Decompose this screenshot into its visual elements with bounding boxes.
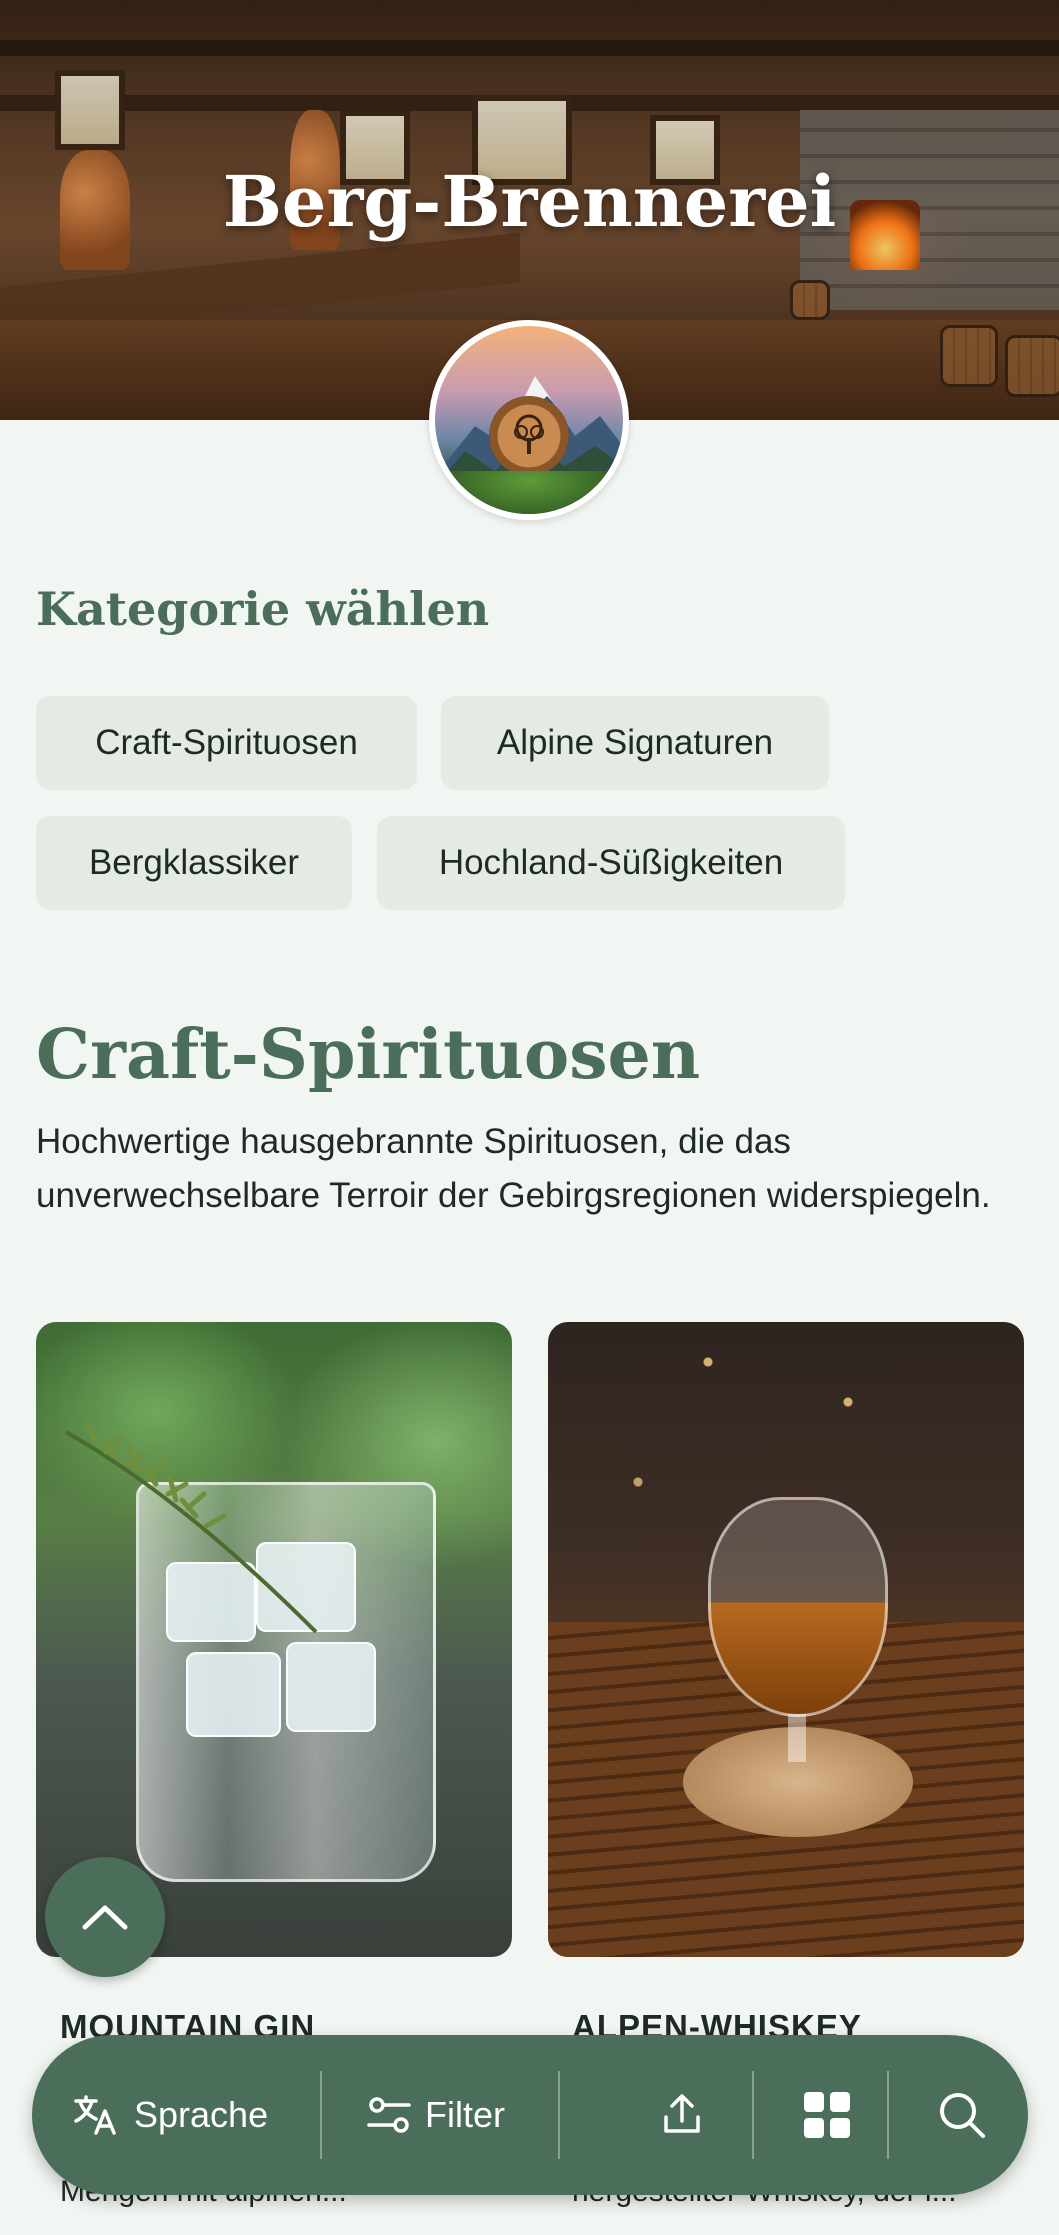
brand-logo <box>429 320 629 520</box>
rosemary-icon <box>65 1421 318 1634</box>
share-icon <box>664 2094 700 2133</box>
category-chip-label: Bergklassiker <box>88 843 300 882</box>
language-label: Sprache <box>134 2094 269 2135</box>
language-button[interactable]: Sprache <box>72 2035 312 2195</box>
category-chip-hochland-suessigkeiten[interactable]: Hochland-Süßigkeiten <box>377 816 845 910</box>
ice-cube <box>186 1652 281 1737</box>
toolbar-divider <box>887 2071 889 2159</box>
whiskey-glass <box>708 1497 888 1717</box>
search-icon <box>940 2093 985 2138</box>
bottom-toolbar: Sprache Filter <box>32 2035 1028 2195</box>
toolbar-divider <box>558 2071 560 2159</box>
category-chip-alpine-signaturen[interactable]: Alpine Signaturen <box>441 696 829 790</box>
filter-icon <box>367 2097 411 2133</box>
ice-cube <box>286 1642 376 1732</box>
logo-moss <box>435 471 623 514</box>
toolbar-divider <box>320 2071 322 2159</box>
category-chip-bergklassiker[interactable]: Bergklassiker <box>36 816 352 910</box>
grid-icon <box>804 2092 850 2138</box>
section-description: Hochwertige hausgebrannte Spirituosen, d… <box>36 1122 991 1215</box>
toolbar-divider <box>752 2071 754 2159</box>
filter-button[interactable]: Filter <box>367 2035 547 2195</box>
category-chip-craft-spirituosen[interactable]: Craft-Spirituosen <box>36 696 417 790</box>
tree-icon <box>514 414 544 454</box>
section-title: Craft-Spirituosen <box>36 1015 701 1095</box>
chevron-up-icon <box>82 1905 128 1930</box>
product-image-alpen-whiskey[interactable] <box>548 1322 1024 1957</box>
page-title: Berg-Brennerei <box>222 160 837 243</box>
category-chip-label: Hochland-Süßigkeiten <box>438 843 784 882</box>
category-chip-label: Craft-Spirituosen <box>95 723 358 762</box>
search-button[interactable] <box>917 2035 1007 2195</box>
category-heading: Kategorie wählen <box>36 582 490 636</box>
scroll-to-top-button[interactable] <box>45 1857 165 1977</box>
grid-view-button[interactable] <box>782 2035 872 2195</box>
filter-label: Filter <box>425 2094 505 2135</box>
share-button[interactable] <box>642 2035 722 2195</box>
translate-icon <box>74 2095 116 2135</box>
category-chip-label: Alpine Signaturen <box>496 723 774 762</box>
glass-stem <box>788 1712 806 1762</box>
